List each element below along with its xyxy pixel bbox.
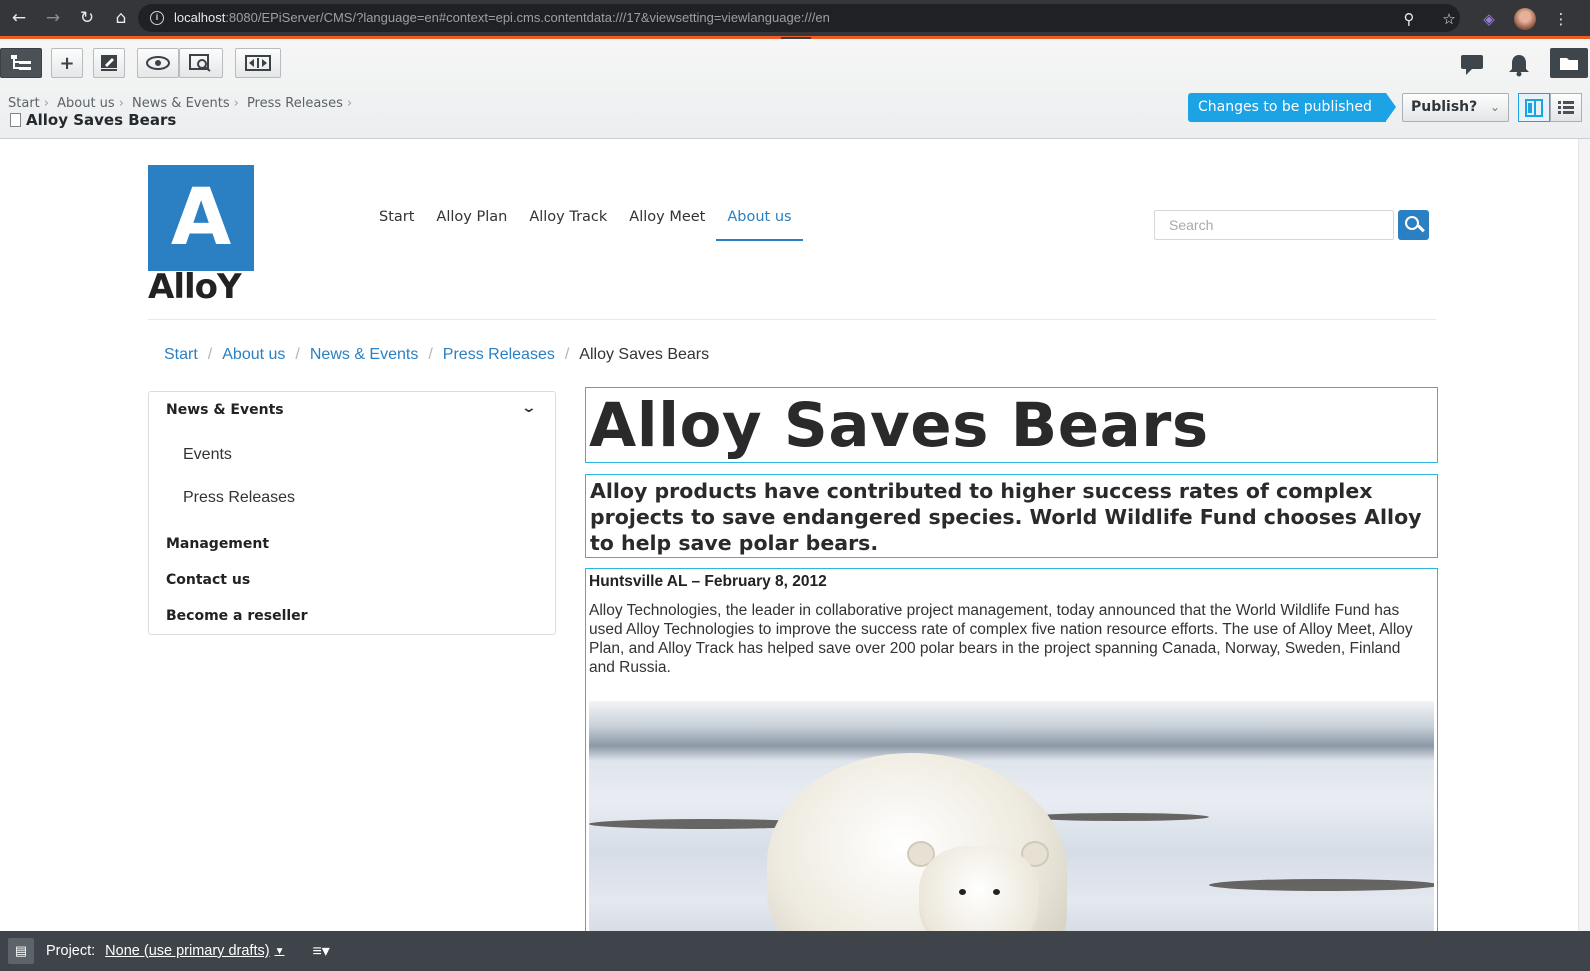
project-menu-icon[interactable]: ≡▾ xyxy=(312,941,329,961)
project-pane-icon[interactable]: ▤ xyxy=(8,938,34,964)
page-intro[interactable]: Alloy products have contributed to highe… xyxy=(585,474,1438,558)
page-breadcrumb: Start / About us / News & Events / Press Re… xyxy=(164,346,709,364)
cms-page-title-text: Alloy Saves Bears xyxy=(26,111,177,129)
page-preview: A AlloY Start Alloy Plan Alloy Track All… xyxy=(0,139,1578,931)
zoom-icon[interactable]: ⚲ xyxy=(1394,4,1424,34)
subnav-item-events[interactable]: Events xyxy=(183,446,232,464)
page-body[interactable]: Huntsville AL – February 8, 2012 Alloy T… xyxy=(585,568,1438,931)
browser-actions: ⚲ ☆ ◈ ⋮ xyxy=(1394,4,1576,34)
logo-wordmark: AlloY xyxy=(148,267,242,307)
profile-avatar[interactable] xyxy=(1514,8,1536,30)
nav-item-alloy-track[interactable]: Alloy Track xyxy=(518,205,618,241)
breadcrumb-separator: / xyxy=(207,346,213,363)
article-dateline: Huntsville AL – February 8, 2012 xyxy=(589,573,827,590)
extension-icon[interactable]: ◈ xyxy=(1474,4,1504,34)
header-divider xyxy=(148,319,1436,320)
bear-head xyxy=(919,846,1039,931)
bear-eye xyxy=(959,889,966,895)
breadcrumb-link[interactable]: Start xyxy=(164,346,198,364)
article-body-text: Alloy Technologies, the leader in collab… xyxy=(589,602,1413,676)
nav-item-start[interactable]: Start xyxy=(368,205,425,241)
url-path: :8080/EPiServer/CMS/?language=en#context… xyxy=(225,10,830,25)
alloy-logo[interactable]: A AlloY xyxy=(148,165,254,307)
publish-label: Publish? xyxy=(1411,99,1478,115)
subnav-item-contact-us[interactable]: Contact us xyxy=(166,572,250,588)
cms-breadcrumb-item[interactable]: Start xyxy=(8,96,40,111)
logo-mark: A xyxy=(148,165,254,271)
caret-down-icon: ▼ xyxy=(274,945,285,957)
preview-scrollbar[interactable] xyxy=(1578,139,1590,931)
subnav-item-management[interactable]: Management xyxy=(166,536,269,552)
breadcrumb-separator: / xyxy=(428,346,433,363)
chevron-down-icon: ⌄ xyxy=(1489,100,1500,114)
nav-item-alloy-meet[interactable]: Alloy Meet xyxy=(618,205,716,241)
comments-icon[interactable] xyxy=(1458,51,1486,79)
chevron-right-icon: › xyxy=(346,96,353,111)
breadcrumb-separator: / xyxy=(295,346,300,363)
cms-breadcrumb-item[interactable]: News & Events xyxy=(132,96,230,111)
chevron-down-icon[interactable]: ⌄ xyxy=(521,400,537,416)
project-label: Project: xyxy=(46,943,96,959)
site-search-input[interactable]: Search xyxy=(1154,210,1394,240)
status-badge: Changes to be published xyxy=(1188,93,1396,122)
nav-item-about-us[interactable]: About us xyxy=(716,205,803,241)
page-tree-icon[interactable] xyxy=(0,48,42,78)
document-icon xyxy=(10,113,21,127)
on-page-edit-toggle[interactable] xyxy=(1518,93,1550,122)
section-subnav: News & Events ⌄ Events Press Releases Ma… xyxy=(148,391,556,635)
chevron-right-icon: › xyxy=(233,96,239,111)
compare-icon[interactable] xyxy=(235,48,281,78)
breadcrumb-link[interactable]: Press Releases xyxy=(443,346,555,364)
chevron-right-icon: › xyxy=(43,96,49,111)
all-properties-toggle[interactable] xyxy=(1550,93,1582,122)
chevron-right-icon: › xyxy=(118,96,124,111)
bookmark-star-icon[interactable]: ☆ xyxy=(1434,4,1464,34)
cms-breadcrumb-item[interactable]: Press Releases xyxy=(247,96,343,111)
browser-toolbar: ← → ↻ ⌂ i localhost:8080/EPiServer/CMS/?… xyxy=(0,0,1590,36)
view-settings-icon[interactable] xyxy=(179,48,223,78)
forward-icon[interactable]: → xyxy=(38,3,68,33)
publish-button[interactable]: Publish? ⌄ xyxy=(1402,93,1509,122)
add-content-icon[interactable]: + xyxy=(51,48,83,78)
project-bar: ▤ Project: None (use primary drafts) ▼ ≡… xyxy=(0,931,1590,971)
ice-shadow xyxy=(1209,879,1434,891)
search-button[interactable] xyxy=(1398,210,1429,240)
bear-eye xyxy=(993,889,1000,895)
site-navigation: Start Alloy Plan Alloy Track Alloy Meet … xyxy=(368,205,803,241)
site-info-icon[interactable]: i xyxy=(150,11,164,25)
back-icon[interactable]: ← xyxy=(4,3,34,33)
assets-pane-icon[interactable] xyxy=(1550,48,1588,78)
cms-breadcrumb-item[interactable]: About us xyxy=(57,96,115,111)
project-selector-value: None (use primary drafts) xyxy=(105,943,270,959)
notifications-bell-icon[interactable] xyxy=(1505,51,1533,79)
cms-toolbar: + Start › About us › News & Events › Press … xyxy=(0,39,1590,139)
menu-dots-icon[interactable]: ⋮ xyxy=(1546,4,1576,34)
nav-item-alloy-plan[interactable]: Alloy Plan xyxy=(425,205,518,241)
edit-icon[interactable] xyxy=(93,48,125,78)
ice-shadow xyxy=(1029,813,1209,821)
breadcrumb-link[interactable]: About us xyxy=(222,346,285,364)
project-selector[interactable]: None (use primary drafts) ▼ xyxy=(105,943,284,959)
polar-bear-image xyxy=(589,701,1434,931)
breadcrumb-separator: / xyxy=(564,346,570,363)
url-host: localhost xyxy=(174,10,226,25)
address-bar[interactable]: i localhost:8080/EPiServer/CMS/?language… xyxy=(138,4,1460,32)
subnav-heading[interactable]: News & Events xyxy=(166,402,284,418)
page-heading[interactable]: Alloy Saves Bears xyxy=(585,387,1438,463)
home-icon[interactable]: ⌂ xyxy=(106,3,136,33)
cms-breadcrumb: Start › About us › News & Events › Press Re… xyxy=(8,96,356,111)
cms-page-title: Alloy Saves Bears xyxy=(10,111,176,129)
reload-icon[interactable]: ↻ xyxy=(72,3,102,33)
subnav-item-press-releases[interactable]: Press Releases xyxy=(183,489,295,507)
breadcrumb-link[interactable]: News & Events xyxy=(310,346,418,364)
preview-eye-icon[interactable] xyxy=(137,48,179,78)
subnav-item-become-a-reseller[interactable]: Become a reseller xyxy=(166,608,308,624)
breadcrumb-current: Alloy Saves Bears xyxy=(579,346,710,363)
